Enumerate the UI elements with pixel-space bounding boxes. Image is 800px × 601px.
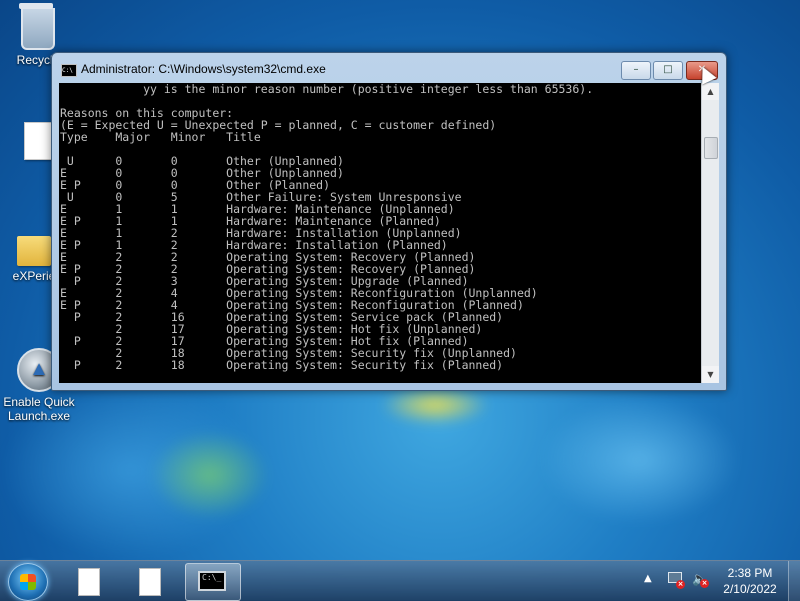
show-desktop-button[interactable] — [788, 561, 800, 601]
taskbar-button-document-2[interactable] — [123, 563, 177, 599]
vertical-scrollbar[interactable]: ▲ ▼ — [701, 83, 719, 383]
cmd-window[interactable]: C:\ Administrator: C:\Windows\system32\c… — [51, 52, 727, 391]
console-line: yy is the minor reason number (positive … — [143, 83, 594, 96]
desktop-icon-label: Enable Quick Launch.exe — [3, 395, 75, 423]
cmd-icon: C:\_ — [198, 571, 226, 591]
maximize-button[interactable]: □ — [653, 61, 683, 80]
network-disconnected-icon[interactable]: × — [668, 572, 685, 589]
start-button[interactable] — [8, 563, 48, 601]
minimize-button[interactable]: – — [621, 61, 651, 80]
folder-icon — [17, 236, 51, 266]
system-clock[interactable]: 2:38 PM 2/10/2022 — [715, 565, 785, 597]
document-icon — [78, 568, 100, 596]
wallpaper-glow — [150, 430, 270, 520]
console-text: yy is the minor reason number (positive … — [59, 83, 701, 371]
window-title: Administrator: C:\Windows\system32\cmd.e… — [81, 62, 326, 76]
document-icon — [139, 568, 161, 596]
taskbar: C:\_ ▲ × 🔈 × 2:38 PM 2/10/2022 — [0, 560, 800, 601]
window-titlebar[interactable]: C:\ Administrator: C:\Windows\system32\c… — [52, 53, 726, 83]
taskbar-button-document-1[interactable] — [62, 563, 116, 599]
scroll-up-arrow-icon[interactable]: ▲ — [702, 83, 719, 100]
document-icon — [24, 122, 52, 160]
console-output[interactable]: yy is the minor reason number (positive … — [59, 83, 701, 383]
console-line: Type Major Minor Title — [60, 130, 261, 144]
volume-muted-icon[interactable]: 🔈 × — [692, 572, 709, 588]
recycle-bin-icon — [19, 3, 55, 50]
scroll-down-arrow-icon[interactable]: ▼ — [702, 366, 719, 383]
clock-time: 2:38 PM — [727, 566, 773, 580]
clock-date: 2/10/2022 — [723, 582, 777, 596]
wallpaper-glow — [380, 385, 490, 425]
taskbar-button-cmd[interactable]: C:\_ — [185, 563, 241, 601]
show-hidden-icons-button[interactable]: ▲ — [644, 573, 652, 584]
wallpaper-glow — [540, 395, 740, 525]
scrollbar-thumb[interactable] — [704, 137, 718, 159]
cmd-icon[interactable]: C:\ — [61, 64, 77, 77]
console-line: P 2 18 Operating System: Security fix (P… — [73, 358, 504, 372]
